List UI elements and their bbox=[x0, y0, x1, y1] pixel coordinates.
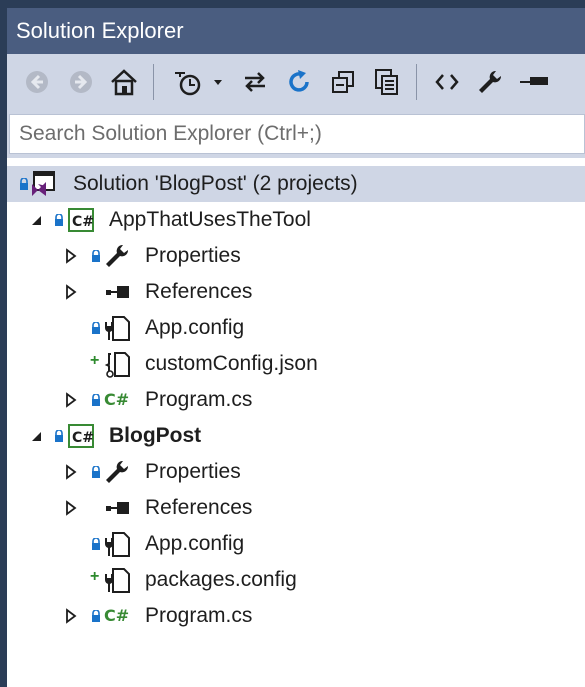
svg-text:C#: C# bbox=[72, 430, 94, 446]
config-file-icon bbox=[105, 316, 130, 341]
search-input[interactable] bbox=[10, 115, 584, 153]
window-border-top bbox=[0, 0, 585, 8]
toolbar bbox=[7, 54, 585, 110]
svg-text:C#: C# bbox=[72, 214, 94, 230]
view-code-icon bbox=[435, 74, 459, 90]
collapse-all-icon bbox=[332, 71, 354, 93]
collapsed-arrow-icon[interactable] bbox=[64, 608, 78, 624]
lock-icon bbox=[92, 466, 100, 478]
tree-item-app-config[interactable]: App.config bbox=[7, 526, 585, 562]
tree-item-app-config[interactable]: App.config bbox=[7, 310, 585, 346]
wrench-icon bbox=[106, 244, 129, 267]
lock-icon bbox=[92, 394, 100, 406]
window-title: Solution Explorer bbox=[7, 8, 585, 54]
tree-item-references[interactable]: References bbox=[7, 274, 585, 310]
toolbar-separator bbox=[416, 64, 417, 100]
show-all-files-button[interactable] bbox=[367, 62, 407, 102]
tree-item-label: Solution 'BlogPost' (2 projects) bbox=[73, 172, 358, 195]
pending-changes-filter-button[interactable] bbox=[169, 62, 229, 102]
forward-button[interactable] bbox=[61, 62, 101, 102]
home-icon bbox=[111, 69, 137, 96]
solution-tree: Solution 'BlogPost' (2 projects) C# AppT… bbox=[7, 158, 585, 687]
tree-item-properties[interactable]: Properties bbox=[7, 454, 585, 490]
search-box bbox=[9, 114, 585, 154]
lock-icon bbox=[92, 322, 100, 334]
search-bar bbox=[7, 110, 585, 158]
added-icon: + bbox=[90, 352, 100, 369]
added-icon: + bbox=[90, 568, 100, 585]
back-arrow-icon bbox=[26, 71, 48, 93]
refresh-button[interactable] bbox=[279, 62, 319, 102]
collapsed-arrow-icon[interactable] bbox=[64, 248, 78, 264]
references-icon bbox=[106, 286, 129, 298]
tree-item-label: Program.cs bbox=[145, 388, 253, 411]
sync-with-active-document-icon bbox=[245, 72, 265, 92]
forward-arrow-icon bbox=[70, 71, 92, 93]
tree-item-label: Properties bbox=[145, 460, 241, 483]
solution-icon bbox=[32, 171, 55, 196]
tree-item-properties[interactable]: Properties bbox=[7, 238, 585, 274]
expanded-arrow-icon[interactable] bbox=[29, 428, 43, 444]
tree-item-label: AppThatUsesTheTool bbox=[109, 208, 311, 231]
tree-item-project[interactable]: C# BlogPost bbox=[7, 418, 585, 454]
tree-item-label: Program.cs bbox=[145, 604, 253, 627]
tree-item-label: packages.config bbox=[145, 568, 297, 591]
csharp-file-icon: C# bbox=[104, 390, 129, 409]
show-all-files-icon bbox=[375, 69, 398, 95]
tree-item-label: BlogPost bbox=[109, 424, 202, 447]
collapse-all-button[interactable] bbox=[323, 62, 363, 102]
tree-item-label: App.config bbox=[145, 316, 245, 339]
config-file-icon bbox=[105, 568, 130, 593]
refresh-icon bbox=[289, 70, 309, 92]
csharp-project-icon: C# bbox=[68, 208, 94, 232]
collapsed-arrow-icon[interactable] bbox=[64, 464, 78, 480]
collapsed-arrow-icon[interactable] bbox=[64, 392, 78, 408]
tree-item-project[interactable]: C# AppThatUsesTheTool bbox=[7, 202, 585, 238]
lock-icon bbox=[92, 610, 100, 622]
tree-item-label: Properties bbox=[145, 244, 241, 267]
tree-item-label: customConfig.json bbox=[145, 352, 318, 375]
window-border-left bbox=[0, 0, 7, 687]
lock-icon bbox=[92, 538, 100, 550]
json-file-icon bbox=[104, 352, 130, 378]
config-file-icon bbox=[105, 532, 130, 557]
view-code-button[interactable] bbox=[427, 62, 467, 102]
properties-icon bbox=[479, 70, 502, 93]
lock-icon bbox=[55, 214, 63, 226]
references-icon bbox=[106, 502, 129, 514]
sync-button[interactable] bbox=[235, 62, 275, 102]
tree-item-solution[interactable]: Solution 'BlogPost' (2 projects) bbox=[7, 166, 585, 202]
lock-icon bbox=[92, 250, 100, 262]
preview-selected-items-button[interactable] bbox=[514, 62, 554, 102]
tree-item-packages-config[interactable]: + packages.config bbox=[7, 562, 585, 598]
svg-text:C#: C# bbox=[104, 606, 129, 625]
tree-item-custom-config-json[interactable]: + customConfig.json bbox=[7, 346, 585, 382]
toolbar-separator bbox=[153, 64, 154, 100]
collapsed-arrow-icon[interactable] bbox=[64, 500, 78, 516]
pending-changes-filter-icon bbox=[175, 72, 222, 96]
tree-item-label: References bbox=[145, 496, 253, 519]
tree-item-program-cs[interactable]: C# Program.cs bbox=[7, 598, 585, 634]
tree-item-label: References bbox=[145, 280, 253, 303]
collapsed-arrow-icon[interactable] bbox=[64, 284, 78, 300]
tree-item-references[interactable]: References bbox=[7, 490, 585, 526]
preview-selected-items-icon bbox=[520, 77, 548, 85]
csharp-project-icon: C# bbox=[68, 424, 94, 448]
svg-text:C#: C# bbox=[104, 390, 129, 409]
expanded-arrow-icon[interactable] bbox=[29, 212, 43, 228]
home-button[interactable] bbox=[104, 62, 144, 102]
lock-icon bbox=[55, 430, 63, 442]
properties-button[interactable] bbox=[470, 62, 510, 102]
lock-icon bbox=[20, 178, 28, 190]
tree-item-label: App.config bbox=[145, 532, 245, 555]
tree-item-program-cs[interactable]: C# Program.cs bbox=[7, 382, 585, 418]
solution-explorer-window: Solution Explorer Search Solution Explor… bbox=[0, 0, 585, 687]
back-button[interactable] bbox=[17, 62, 57, 102]
csharp-file-icon: C# bbox=[104, 606, 129, 625]
wrench-icon bbox=[106, 460, 129, 483]
